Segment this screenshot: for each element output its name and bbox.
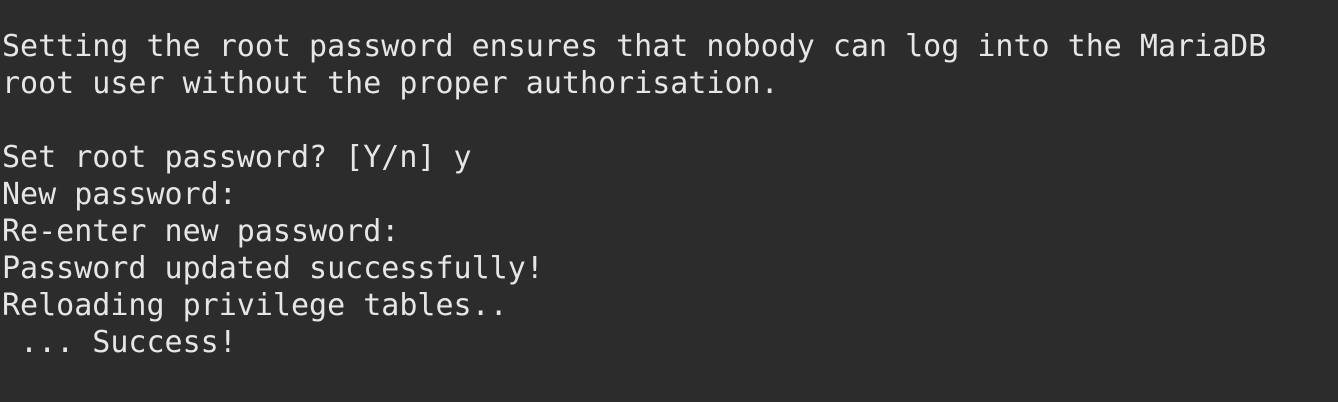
terminal-line: New password: — [2, 177, 237, 212]
terminal-output[interactable]: Setting the root password ensures that n… — [0, 0, 1338, 361]
terminal-line: root user without the proper authorisati… — [2, 66, 779, 101]
terminal-line: Password updated successfully! — [2, 251, 544, 286]
terminal-line: Set root password? [Y/n] y — [2, 140, 472, 175]
terminal-line: Setting the root password ensures that n… — [2, 29, 1267, 64]
terminal-line: ... Success! — [2, 325, 237, 360]
terminal-line: Reloading privilege tables.. — [2, 288, 508, 323]
terminal-line: Re-enter new password: — [2, 214, 400, 249]
